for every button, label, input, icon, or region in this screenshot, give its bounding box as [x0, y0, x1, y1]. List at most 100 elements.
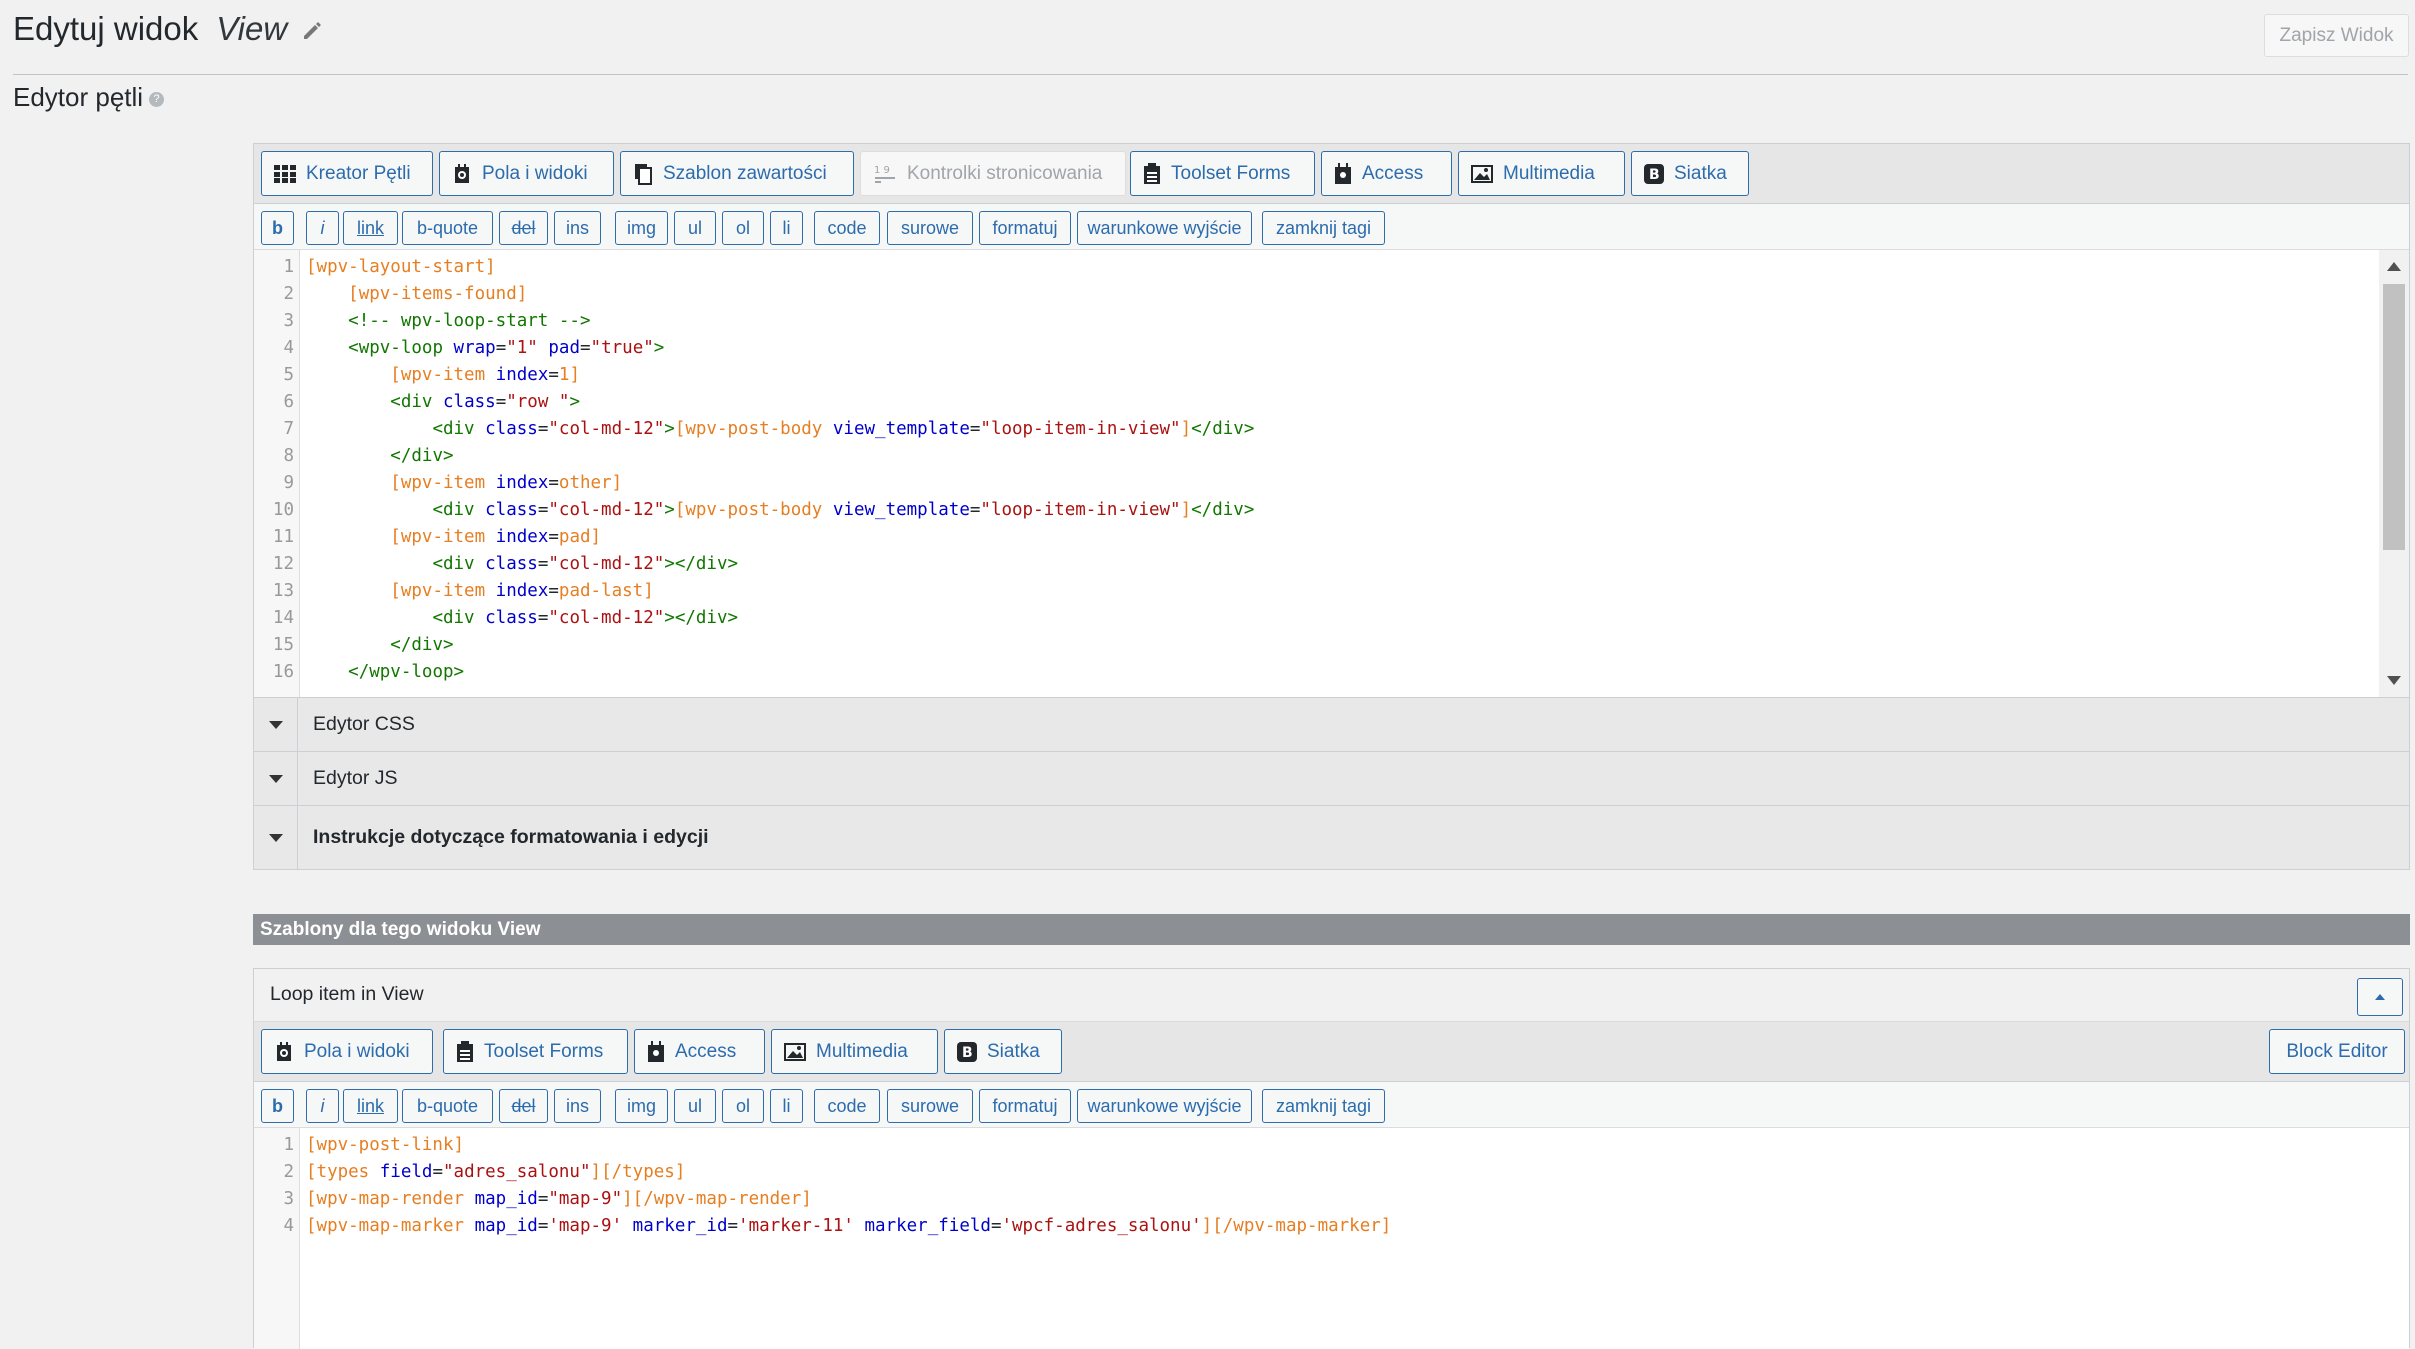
- siatka-label: Siatka: [1674, 162, 1727, 184]
- quicktag-ul-button[interactable]: ul: [674, 211, 716, 245]
- block-editor-button[interactable]: Block Editor: [2269, 1029, 2405, 1074]
- quicktag-li-button[interactable]: li: [770, 1089, 803, 1123]
- code-text: <wpv-loop wrap="1" pad="true">: [348, 338, 665, 358]
- line-number: 7: [283, 419, 294, 439]
- loop-wizard-button[interactable]: Kreator Pętli: [261, 151, 433, 196]
- quicktag-li-button[interactable]: li: [770, 211, 803, 245]
- quicktag-conditional-button[interactable]: warunkowe wyjście: [1077, 211, 1252, 245]
- scrollbar-thumb[interactable]: [2383, 284, 2405, 550]
- tpl-siatka-button[interactable]: B Siatka: [944, 1029, 1062, 1074]
- line-number: 11: [272, 527, 294, 547]
- code-scrollbar[interactable]: [2379, 250, 2409, 697]
- forms-icon: [1143, 162, 1161, 185]
- loop-editor-toolbar: Kreator Pętli Pola i widoki Szablon zawa…: [254, 144, 2409, 204]
- quicktag-close-tags-button[interactable]: zamknij tagi: [1262, 1089, 1385, 1123]
- view-name[interactable]: View: [216, 10, 287, 47]
- code-line: 6 <div class="row ">: [254, 389, 2409, 416]
- line-number: 9: [283, 473, 294, 493]
- code-text: </div>: [390, 635, 454, 655]
- css-editor-accordion[interactable]: Edytor CSS: [254, 697, 2409, 751]
- formatting-instructions-accordion[interactable]: Instrukcje dotyczące formatowania i edyc…: [254, 805, 2409, 869]
- quicktag-raw-button[interactable]: surowe: [887, 211, 973, 245]
- toolset-fields-icon: [274, 1041, 294, 1063]
- code-text: <!-- wpv-loop-start -->: [348, 311, 591, 331]
- line-number: 10: [272, 500, 294, 520]
- template-code-editor[interactable]: 1 [wpv-post-link] 2 [types field="adres_sal…: [254, 1128, 2409, 1349]
- quicktag-italic-button[interactable]: i: [306, 211, 339, 245]
- tpl-fields-and-views-button[interactable]: Pola i widoki: [261, 1029, 433, 1074]
- quicktag-ins-button[interactable]: ins: [554, 211, 601, 245]
- code-line: 2 [wpv-items-found]: [254, 281, 2409, 308]
- line-number: 2: [283, 1162, 294, 1182]
- fields-and-views-button[interactable]: Pola i widoki: [439, 151, 614, 196]
- quicktag-format-button[interactable]: formatuj: [979, 1089, 1071, 1123]
- scroll-down-icon[interactable]: [2387, 676, 2401, 685]
- collapse-template-button[interactable]: [2357, 978, 2403, 1016]
- quicktag-ins-button[interactable]: ins: [554, 1089, 601, 1123]
- grid-siatka-button[interactable]: B Siatka: [1631, 151, 1749, 196]
- code-line: 1 [wpv-layout-start]: [254, 254, 2409, 281]
- help-icon[interactable]: ?: [149, 91, 165, 107]
- line-number: 1: [283, 257, 294, 277]
- pencil-icon[interactable]: [301, 12, 323, 50]
- svg-text:B: B: [962, 1045, 973, 1061]
- tpl-access-button[interactable]: Access: [634, 1029, 765, 1074]
- template-editor: Loop item in View Pola i widoki Toolset …: [253, 968, 2410, 1349]
- caret-down-icon: [254, 698, 298, 751]
- quicktag-img-button[interactable]: img: [615, 1089, 668, 1123]
- line-number: 8: [283, 446, 294, 466]
- page-header: Edytuj widok View Zapisz Widok: [0, 0, 2415, 76]
- quicktag-code-button[interactable]: code: [814, 1089, 880, 1123]
- template-title: Loop item in View: [270, 983, 424, 1005]
- line-number: 6: [283, 392, 294, 412]
- content-template-button[interactable]: Szablon zawartości: [620, 151, 854, 196]
- toolset-forms-button[interactable]: Toolset Forms: [1130, 151, 1315, 196]
- quicktag-del-button[interactable]: del: [499, 1089, 548, 1123]
- quicktag-bold-button[interactable]: b: [261, 1089, 294, 1123]
- loop-editor-label: Edytor pętli?: [13, 82, 165, 113]
- code-text: [types field="adres_salonu"][/types]: [306, 1162, 686, 1182]
- pagination-icon: 1 9: [873, 163, 897, 185]
- quicktag-italic-button[interactable]: i: [306, 1089, 339, 1123]
- quicktag-ol-button[interactable]: ol: [722, 1089, 764, 1123]
- save-view-button[interactable]: Zapisz Widok: [2264, 14, 2409, 57]
- quicktag-bquote-button[interactable]: b-quote: [402, 211, 493, 245]
- fields-and-views-label: Pola i widoki: [482, 162, 588, 184]
- image-icon: [784, 1042, 806, 1061]
- quicktag-ol-button[interactable]: ol: [722, 211, 764, 245]
- js-editor-accordion[interactable]: Edytor JS: [254, 751, 2409, 805]
- code-line: 8 </div>: [254, 443, 2409, 470]
- line-number: 12: [272, 554, 294, 574]
- code-text: [wpv-item index=1]: [390, 365, 580, 385]
- code-text: [wpv-map-marker map_id='map-9' marker_id…: [306, 1216, 1392, 1236]
- quicktag-close-tags-button[interactable]: zamknij tagi: [1262, 211, 1385, 245]
- access-button[interactable]: Access: [1321, 151, 1452, 196]
- line-number: 16: [272, 662, 294, 682]
- quicktag-raw-button[interactable]: surowe: [887, 1089, 973, 1123]
- code-text: [wpv-map-render map_id="map-9"][/wpv-map…: [306, 1189, 812, 1209]
- quicktag-link-button[interactable]: link: [343, 1089, 398, 1123]
- quicktag-del-button[interactable]: del: [499, 211, 548, 245]
- quicktag-img-button[interactable]: img: [615, 211, 668, 245]
- quicktag-ul-button[interactable]: ul: [674, 1089, 716, 1123]
- tpl-toolset-forms-button[interactable]: Toolset Forms: [443, 1029, 628, 1074]
- quicktag-format-button[interactable]: formatuj: [979, 211, 1071, 245]
- code-text: <div class="col-md-12">[wpv-post-body vi…: [432, 500, 1255, 520]
- scroll-up-icon[interactable]: [2387, 262, 2401, 271]
- quicktag-conditional-button[interactable]: warunkowe wyjście: [1077, 1089, 1252, 1123]
- quicktag-bold-button[interactable]: b: [261, 211, 294, 245]
- quicktag-code-button[interactable]: code: [814, 211, 880, 245]
- tpl-multimedia-button[interactable]: Multimedia: [771, 1029, 938, 1074]
- svg-text:B: B: [1649, 167, 1660, 183]
- loop-code-editor[interactable]: 1 [wpv-layout-start] 2 [wpv-items-found] 3 …: [254, 250, 2409, 697]
- forms-icon: [456, 1040, 474, 1063]
- code-text: <div class="col-md-12"></div>: [432, 554, 739, 574]
- multimedia-button[interactable]: Multimedia: [1458, 151, 1625, 196]
- code-lines: 1 [wpv-post-link] 2 [types field="adres_sal…: [254, 1132, 2409, 1240]
- tpl-access-label: Access: [675, 1040, 737, 1062]
- line-number: 4: [283, 1216, 294, 1236]
- template-header: Loop item in View: [254, 969, 2409, 1022]
- quicktag-link-button[interactable]: link: [343, 211, 398, 245]
- quicktag-bquote-button[interactable]: b-quote: [402, 1089, 493, 1123]
- code-line: 5 [wpv-item index=1]: [254, 362, 2409, 389]
